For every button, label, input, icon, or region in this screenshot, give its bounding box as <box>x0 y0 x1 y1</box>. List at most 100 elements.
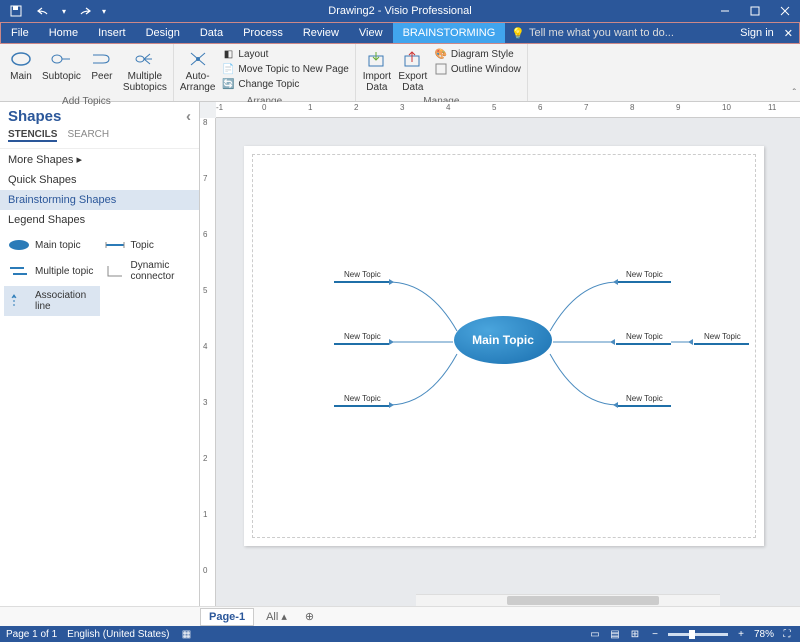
tab-file[interactable]: File <box>1 23 39 43</box>
search-tab[interactable]: SEARCH <box>67 129 109 142</box>
language-indicator[interactable]: English (United States) <box>67 629 169 640</box>
legend-shapes-category[interactable]: Legend Shapes <box>0 210 199 230</box>
zoom-out-icon[interactable]: − <box>648 628 662 640</box>
tab-review[interactable]: Review <box>293 23 349 43</box>
zoom-slider[interactable] <box>668 633 728 636</box>
horizontal-scrollbar[interactable] <box>416 594 720 606</box>
tab-insert[interactable]: Insert <box>88 23 136 43</box>
save-icon[interactable] <box>6 1 26 21</box>
topic-branch[interactable] <box>616 281 671 283</box>
change-topic-button[interactable]: 🔄Change Topic <box>219 77 350 91</box>
stencils-tab[interactable]: STENCILS <box>8 129 57 142</box>
change-topic-icon: 🔄 <box>221 77 235 91</box>
connector[interactable] <box>546 350 618 408</box>
minimize-button[interactable] <box>710 0 740 22</box>
main-topic-shape[interactable]: Main Topic <box>454 316 552 364</box>
tab-process[interactable]: Process <box>233 23 293 43</box>
all-pages-button[interactable]: All ▴ <box>260 608 293 625</box>
undo-icon[interactable] <box>34 1 54 21</box>
canvas[interactable]: Main Topic New Topic New Topic New Topic <box>216 118 800 606</box>
zoom-in-icon[interactable]: + <box>734 628 748 640</box>
more-shapes-link[interactable]: More Shapes ▸ <box>0 149 199 170</box>
label: Diagram Style <box>451 49 514 60</box>
tab-home[interactable]: Home <box>39 23 88 43</box>
multiple-subtopics-button[interactable]: Multiple Subtopics <box>121 46 169 95</box>
connector[interactable] <box>389 337 455 347</box>
label: Import Data <box>363 71 391 93</box>
macro-recorder-icon[interactable]: ▦ <box>179 628 193 640</box>
shapes-pane: Shapes ‹ STENCILS SEARCH More Shapes ▸ Q… <box>0 102 200 606</box>
shape-topic[interactable]: Topic <box>100 234 196 256</box>
topic-branch[interactable] <box>616 405 671 407</box>
topic-label[interactable]: New Topic <box>344 332 381 341</box>
subtopic-button[interactable]: Subtopic <box>40 46 83 84</box>
label: Dynamic connector <box>131 260 192 282</box>
shape-dynamic-connector[interactable]: Dynamic connector <box>100 256 196 286</box>
tab-data[interactable]: Data <box>190 23 233 43</box>
main-topic-button[interactable]: Main <box>4 46 38 84</box>
window-title: Drawing2 - Visio Professional <box>328 5 471 17</box>
connector[interactable] <box>389 350 461 408</box>
zoom-level[interactable]: 78% <box>754 629 774 640</box>
topic-branch[interactable] <box>334 405 389 407</box>
layout-button[interactable]: ◧Layout <box>219 47 350 61</box>
dynamic-connector-shape-icon <box>104 264 126 278</box>
chevron-right-icon: ▸ <box>77 154 83 166</box>
topic-label[interactable]: New Topic <box>704 332 741 341</box>
topic-label[interactable]: New Topic <box>626 270 663 279</box>
topic-label[interactable]: New Topic <box>626 332 663 341</box>
drawing-page[interactable]: Main Topic New Topic New Topic New Topic <box>244 146 764 546</box>
connector[interactable] <box>389 279 461 334</box>
topic-label[interactable]: New Topic <box>626 394 663 403</box>
topic-label[interactable]: New Topic <box>344 270 381 279</box>
quick-shapes-link[interactable]: Quick Shapes <box>0 170 199 190</box>
fit-page-icon[interactable]: ▤ <box>608 628 622 640</box>
collapse-ribbon-icon[interactable]: ˆ <box>793 88 796 99</box>
outline-window-checkbox[interactable]: Outline Window <box>432 62 523 76</box>
qat-customize-icon[interactable]: ▾ <box>102 7 106 16</box>
tab-design[interactable]: Design <box>136 23 190 43</box>
brainstorming-shapes-category[interactable]: Brainstorming Shapes <box>0 190 199 210</box>
page-tab-1[interactable]: Page-1 <box>200 608 254 626</box>
connector[interactable] <box>671 337 695 347</box>
main-topic-shape-icon <box>8 238 30 252</box>
subtopic-icon <box>50 48 72 70</box>
topic-branch[interactable] <box>694 343 749 345</box>
diagram-style-button[interactable]: 🎨Diagram Style <box>432 47 523 61</box>
topic-branch[interactable] <box>334 343 389 345</box>
connector[interactable] <box>546 279 618 334</box>
import-data-button[interactable]: Import Data <box>360 46 394 95</box>
collapse-pane-icon[interactable]: ‹ <box>186 108 191 125</box>
auto-arrange-button[interactable]: Auto- Arrange <box>178 46 218 95</box>
page-width-icon[interactable]: ⊞ <box>628 628 642 640</box>
shape-association-line[interactable]: Association line <box>4 286 100 316</box>
label: Layout <box>238 49 268 60</box>
zoom-thumb[interactable] <box>689 630 695 639</box>
add-page-button[interactable]: ⊕ <box>299 608 320 625</box>
move-topic-button[interactable]: 📄Move Topic to New Page <box>219 62 350 76</box>
redo-icon[interactable] <box>74 1 94 21</box>
connector[interactable] <box>553 337 617 347</box>
peer-button[interactable]: Peer <box>85 46 119 84</box>
tab-view[interactable]: View <box>349 23 393 43</box>
tell-me-search[interactable]: 💡 Tell me what you want to do... <box>505 23 680 43</box>
scrollbar-thumb[interactable] <box>507 596 659 605</box>
shape-main-topic[interactable]: Main topic <box>4 234 100 256</box>
shape-multiple-topic[interactable]: Multiple topic <box>4 256 100 286</box>
fit-window-icon[interactable]: ⛶ <box>780 628 794 640</box>
diagram-style-icon: 🎨 <box>434 47 448 61</box>
lightbulb-icon: 💡 <box>511 27 525 40</box>
undo-dropdown-icon[interactable]: ▾ <box>62 7 66 16</box>
presentation-mode-icon[interactable]: ▭ <box>588 628 602 640</box>
sign-in-link[interactable]: Sign in <box>740 27 774 39</box>
topic-branch[interactable] <box>616 343 671 345</box>
topic-branch[interactable] <box>334 281 389 283</box>
maximize-button[interactable] <box>740 0 770 22</box>
tab-brainstorming[interactable]: BRAINSTORMING <box>393 23 506 43</box>
label: Change Topic <box>238 79 299 90</box>
topic-label[interactable]: New Topic <box>344 394 381 403</box>
page-indicator[interactable]: Page 1 of 1 <box>6 629 57 640</box>
close-ribbon-icon[interactable]: ✕ <box>784 27 793 40</box>
close-button[interactable] <box>770 0 800 22</box>
export-data-button[interactable]: Export Data <box>396 46 430 95</box>
